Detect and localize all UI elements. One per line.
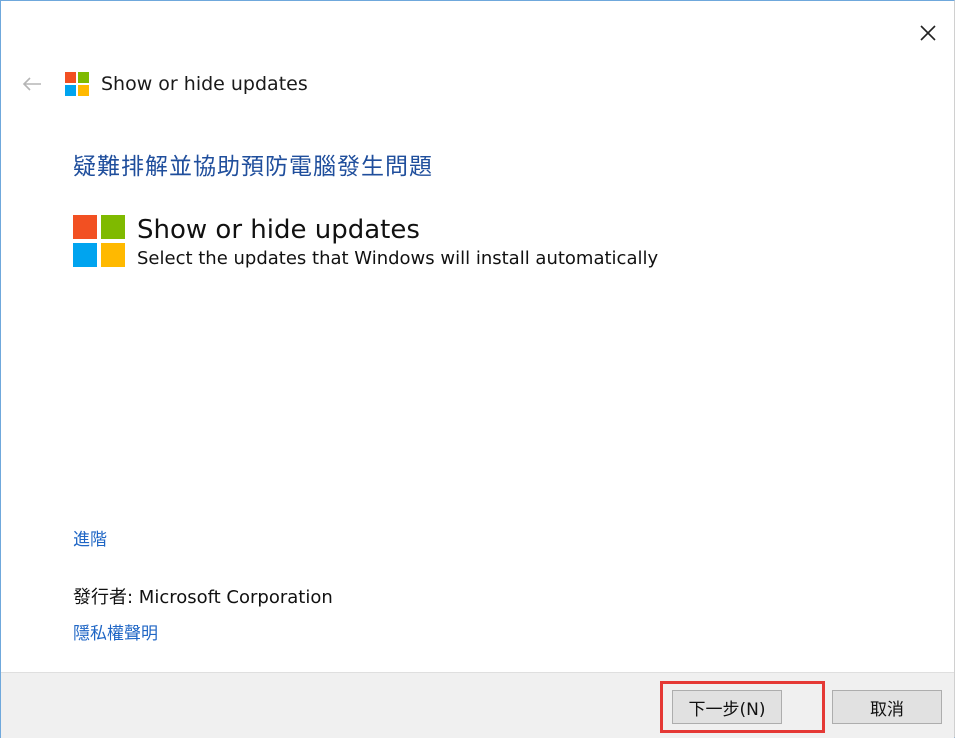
page-heading: 疑難排解並協助預防電腦發生問題 bbox=[73, 154, 433, 180]
troubleshooter-window: Show or hide updates 疑難排解並協助預防電腦發生問題 Sho… bbox=[0, 0, 955, 738]
back-button[interactable] bbox=[19, 71, 45, 97]
close-button[interactable] bbox=[910, 15, 946, 51]
cancel-button[interactable]: 取消 bbox=[832, 690, 942, 724]
footer-bar: 下一步(N) 取消 bbox=[1, 672, 954, 738]
close-icon bbox=[920, 25, 936, 41]
next-button[interactable]: 下一步(N) bbox=[672, 690, 782, 724]
troubleshooter-item: Show or hide updates Select the updates … bbox=[73, 215, 658, 271]
item-title: Show or hide updates bbox=[137, 215, 420, 245]
publisher-text: 發行者: Microsoft Corporation bbox=[73, 587, 333, 608]
windows-logo-icon bbox=[73, 215, 125, 267]
windows-logo-icon bbox=[65, 72, 89, 96]
item-description: Select the updates that Windows will ins… bbox=[137, 248, 659, 269]
window-title: Show or hide updates bbox=[101, 73, 308, 95]
advanced-link[interactable]: 進階 bbox=[73, 525, 107, 550]
title-bar: Show or hide updates bbox=[19, 67, 308, 101]
back-arrow-icon bbox=[22, 77, 41, 91]
privacy-statement-link[interactable]: 隱私權聲明 bbox=[73, 619, 158, 644]
